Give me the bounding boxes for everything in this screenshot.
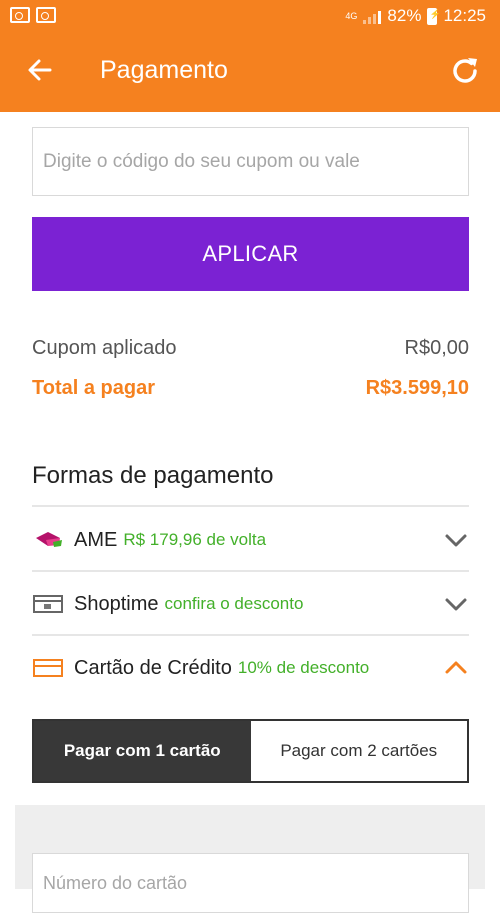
image-notification-icon [36, 7, 56, 23]
total-label: Total a pagar [32, 377, 155, 399]
refresh-icon[interactable] [448, 54, 482, 88]
payment-method-promo: R$ 179,96 de volta [123, 530, 267, 549]
payment-method-name: AME [74, 528, 118, 551]
payment-method-ame[interactable]: AME R$ 179,96 de volta [32, 509, 469, 571]
chevron-down-icon[interactable] [443, 591, 469, 617]
battery-percent: 82% [387, 6, 422, 25]
card-number-input[interactable] [32, 853, 469, 913]
divider [32, 570, 469, 572]
chevron-up-icon[interactable] [443, 655, 469, 681]
coupon-applied-label: Cupom aplicado [32, 337, 177, 359]
chevron-down-icon[interactable] [443, 527, 469, 553]
card-count-tabs: Pagar com 1 cartão Pagar com 2 cartões [32, 719, 469, 783]
payment-section-title: Formas de pagamento [32, 462, 274, 489]
ame-icon [32, 529, 64, 551]
divider [32, 505, 469, 507]
notification-icons [10, 7, 56, 23]
payment-method-promo: 10% de desconto [237, 658, 370, 677]
tab-one-card[interactable]: Pagar com 1 cartão [34, 721, 251, 781]
credit-card-icon [32, 657, 64, 679]
apply-coupon-button[interactable]: APLICAR [32, 217, 469, 291]
signal-icon [363, 8, 382, 24]
payment-method-promo: confira o desconto [164, 594, 304, 613]
card-form-panel [15, 805, 485, 913]
shoptime-card-icon [32, 593, 64, 615]
battery-icon [427, 7, 441, 25]
payment-method-credit-card[interactable]: Cartão de Crédito 10% de desconto [32, 637, 469, 699]
payment-method-shoptime[interactable]: Shoptime confira o desconto [32, 573, 469, 635]
divider [32, 634, 469, 636]
payment-method-name: Cartão de Crédito [74, 656, 232, 679]
total-row: Total a pagar R$3.599,10 [32, 377, 469, 400]
payment-method-name: Shoptime [74, 592, 159, 615]
status-bar: 4G 82% 12:25 [0, 0, 500, 32]
network-type: 4G [345, 11, 358, 21]
tab-two-cards[interactable]: Pagar com 2 cartões [250, 721, 467, 781]
coupon-applied-row: Cupom aplicado R$0,00 [32, 337, 469, 360]
app-bar: Pagamento [0, 32, 500, 112]
total-value: R$3.599,10 [365, 377, 469, 399]
voicemail-icon [10, 7, 30, 23]
coupon-applied-value: R$0,00 [404, 337, 470, 359]
clock: 12:25 [443, 6, 486, 25]
page-title: Pagamento [100, 56, 228, 84]
coupon-input[interactable] [32, 127, 469, 196]
arrow-left-icon[interactable] [24, 54, 56, 86]
